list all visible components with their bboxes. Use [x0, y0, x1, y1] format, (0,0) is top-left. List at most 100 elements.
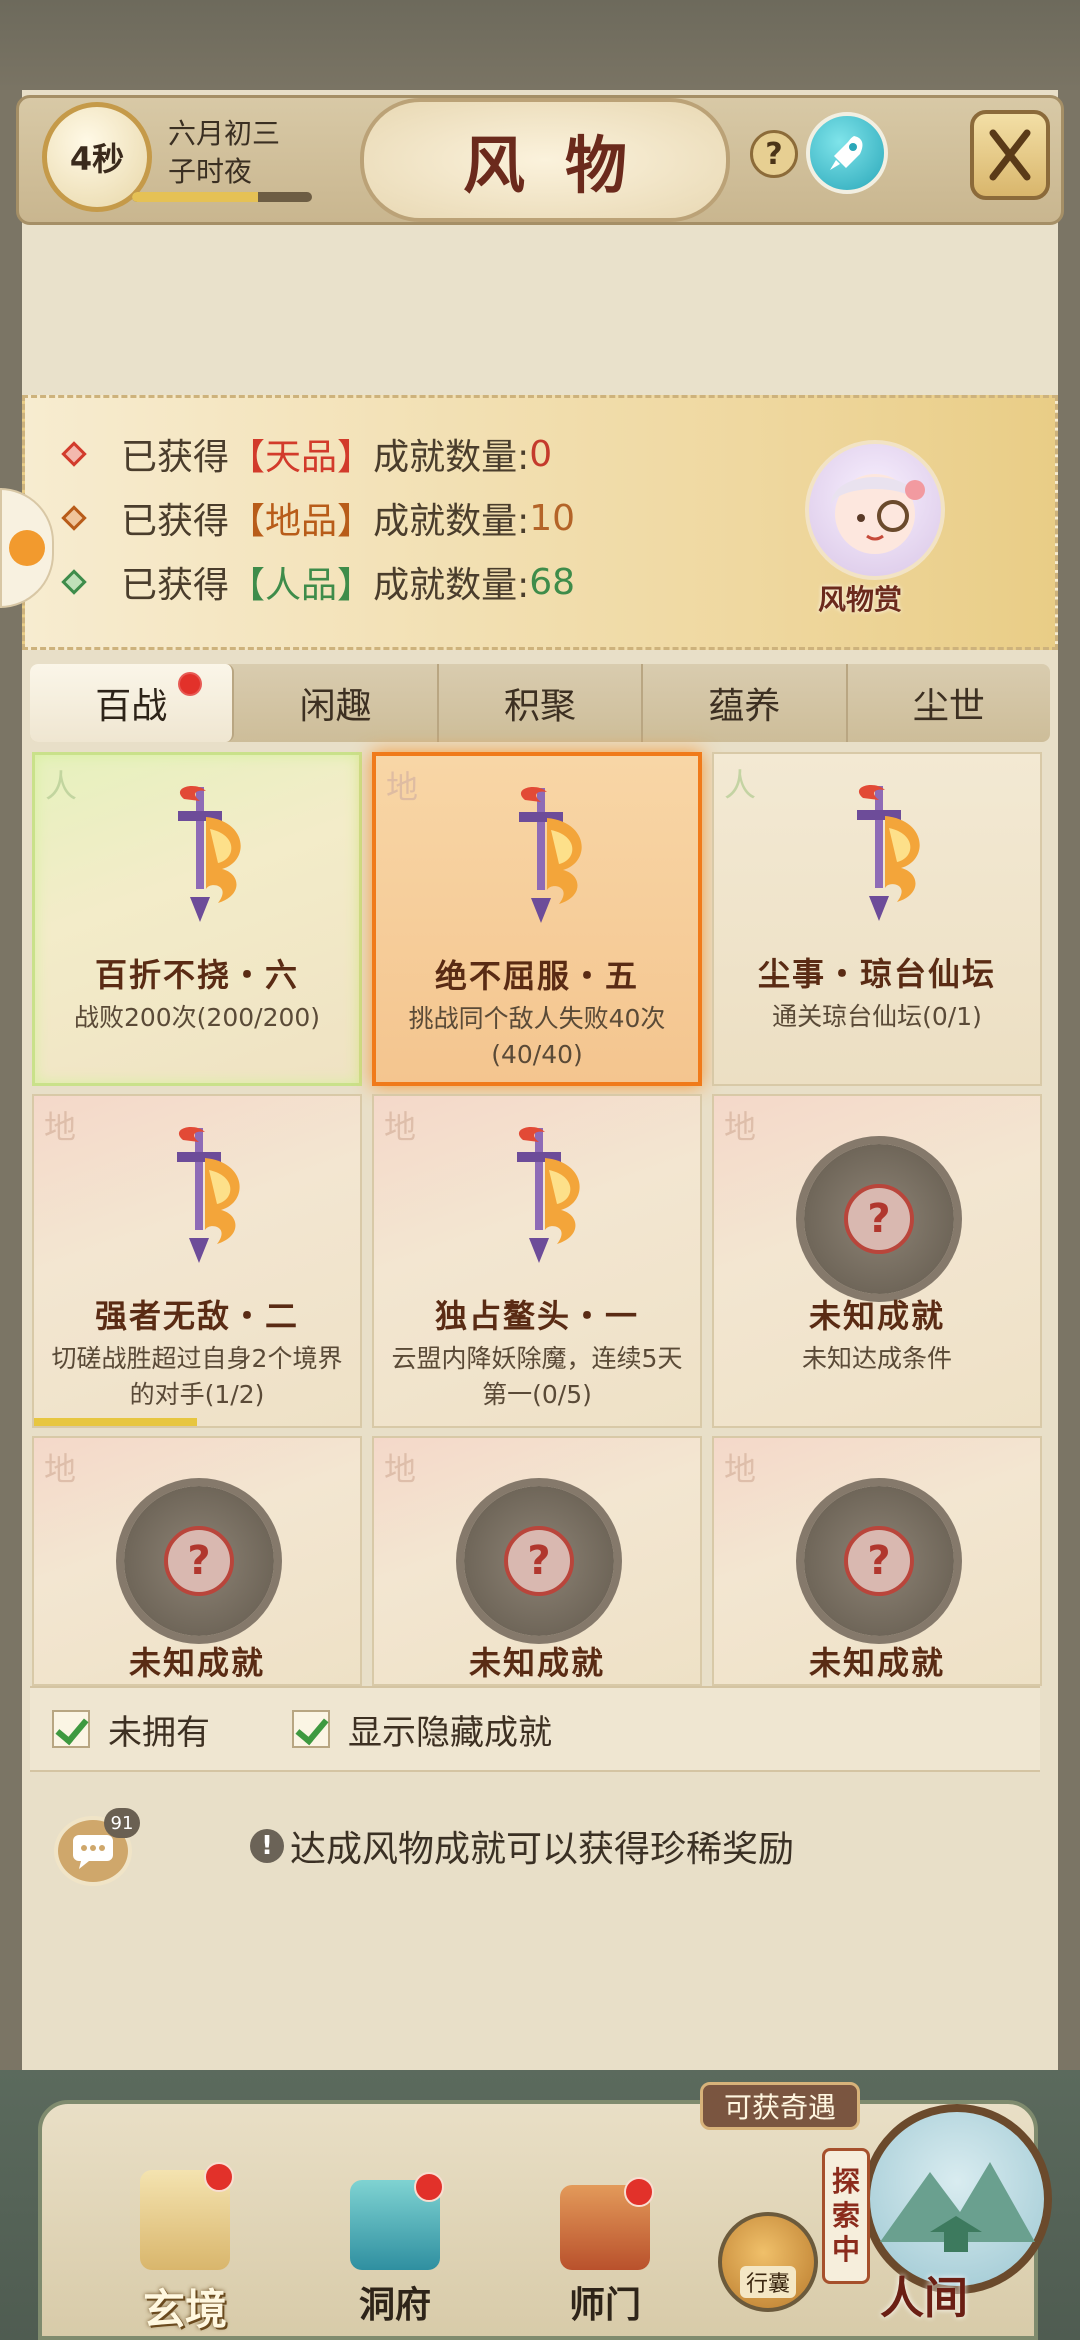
- summary-suffix: 成就数量:: [373, 501, 530, 542]
- bag-icon[interactable]: 行囊: [718, 2212, 818, 2312]
- close-icon[interactable]: [970, 110, 1050, 200]
- tip-text: 达成风物成就可以获得珍稀奖励: [290, 1829, 795, 1870]
- filter-options: 未拥有 显示隐藏成就: [30, 1686, 1040, 1772]
- nav-shimen[interactable]: 师门: [550, 2177, 660, 2328]
- achievement-title: 未知成就: [468, 1644, 605, 1682]
- grade-close: 】: [337, 437, 374, 478]
- diamond-icon: [61, 569, 87, 595]
- nav-badge: [624, 2177, 654, 2207]
- achievement-description: 云盟内降妖除魔，连续5天第一(0/5): [391, 1344, 683, 1409]
- grade-corner-mark: 地: [384, 1450, 417, 1488]
- explore-char: 索: [831, 2199, 860, 2232]
- grade-corner-mark: 地: [384, 1108, 417, 1146]
- timer-text: 4秒: [69, 140, 125, 178]
- diamond-icon: [61, 441, 87, 467]
- unknown-icon: ?: [804, 1144, 954, 1294]
- rocket-icon[interactable]: [806, 112, 888, 194]
- achievement-card[interactable]: 地独占鳌头・一 云盟内降妖除魔，连续5天第一(0/5): [372, 1094, 702, 1428]
- achievement-title: 尘事・琼台仙坛: [757, 955, 996, 993]
- grade-close: 】: [337, 565, 374, 606]
- count-tian: 0: [529, 433, 553, 475]
- banner-icon: [560, 2177, 654, 2270]
- summary-row-di: 已获得 【地品】 成就数量: 10: [61, 492, 576, 544]
- chat-unread-count: 91: [104, 1808, 140, 1838]
- nav-label: 洞府: [358, 2284, 431, 2326]
- count-di: 10: [529, 497, 576, 539]
- achievement-description: 通关琼台仙坛(0/1): [772, 1002, 982, 1031]
- achievement-card[interactable]: 人百折不挠・六 战败200次(200/200): [32, 752, 362, 1086]
- show-hidden-label: 显示隐藏成就: [348, 1712, 552, 1753]
- help-icon[interactable]: ?: [750, 130, 798, 178]
- summary-row-ren: 已获得 【人品】 成就数量: 68: [61, 556, 576, 608]
- nav-badge: [414, 2172, 444, 2202]
- tab-yunyang[interactable]: 蕴养: [643, 664, 848, 742]
- grade-open: 【: [229, 437, 266, 478]
- mascot-avatar[interactable]: [805, 440, 945, 580]
- mascot-figure-icon: [831, 474, 925, 554]
- achievement-title: 未知成就: [128, 1644, 265, 1682]
- tab-label: 百战: [95, 686, 168, 727]
- nav-label: 玄境: [142, 2285, 227, 2334]
- nav-label: 师门: [568, 2284, 641, 2326]
- achievement-title: 百折不挠・六: [94, 956, 299, 994]
- achievement-card[interactable]: 地强者无敌・二 切磋战胜超过自身2个境界的对手(1/2): [32, 1094, 362, 1428]
- unknown-icon: ?: [464, 1486, 614, 1636]
- show-hidden-checkbox[interactable]: 显示隐藏成就: [292, 1705, 552, 1754]
- grade-corner-mark: 人: [45, 767, 78, 805]
- achievement-progress-bar: [34, 1418, 197, 1426]
- achievement-card[interactable]: 地绝不屈服・五 挑战同个敌人失败40次(40/40): [372, 752, 702, 1086]
- title-plaque: 风物: [360, 98, 730, 222]
- achievement-title: 未知成就: [808, 1644, 945, 1682]
- achievement-title: 强者无敌・二: [94, 1297, 299, 1335]
- page-title: 风物: [462, 129, 667, 202]
- grade-open: 【: [229, 501, 266, 542]
- question-mark-icon: ?: [504, 1526, 574, 1596]
- lantern-pavilion-icon: [350, 2172, 444, 2270]
- tab-label: 蕴养: [708, 686, 781, 727]
- summary-prefix: 已获得: [121, 565, 230, 606]
- rocket-glyph: [830, 136, 863, 170]
- achievement-card[interactable]: 人尘事・琼台仙坛 通关琼台仙坛(0/1): [712, 752, 1042, 1086]
- nav-xuanjing[interactable]: 玄境: [130, 2162, 240, 2337]
- achievement-card[interactable]: 地? 未知成就: [712, 1436, 1042, 1686]
- adventure-plaque[interactable]: 可获奇遇: [700, 2082, 860, 2130]
- summary-row-tian: 已获得 【天品】 成就数量: 0: [61, 428, 553, 480]
- scroll-icon: [140, 2162, 234, 2270]
- sword-flame-icon: [481, 778, 601, 928]
- question-mark-icon: ?: [164, 1526, 234, 1596]
- grade-corner-mark: 地: [724, 1450, 757, 1488]
- sword-flame-icon: [139, 1118, 259, 1268]
- unknown-icon: ?: [124, 1486, 274, 1636]
- tab-baizhan[interactable]: 百战: [30, 664, 235, 742]
- achievement-title: 绝不屈服・五: [434, 957, 639, 995]
- count-ren: 68: [529, 561, 576, 603]
- day-progress-bar: [132, 192, 312, 202]
- close-glyph: [989, 129, 1031, 181]
- exploring-tag: 探 索 中: [822, 2148, 870, 2284]
- achievement-card[interactable]: 地? 未知成就 未知达成条件: [712, 1094, 1042, 1428]
- achievement-card[interactable]: 地? 未知成就: [372, 1436, 702, 1686]
- grade-close: 】: [337, 501, 374, 542]
- tab-xianqu[interactable]: 闲趣: [234, 664, 439, 742]
- date-label: 六月初三: [168, 117, 281, 150]
- achievement-title: 未知成就: [808, 1297, 945, 1335]
- tab-jiju[interactable]: 积聚: [439, 664, 644, 742]
- checkbox-icon: [292, 1710, 330, 1748]
- tab-label: 闲趣: [299, 686, 372, 727]
- tab-label: 尘世: [912, 686, 985, 727]
- grade-corner-mark: 地: [44, 1450, 77, 1488]
- not-owned-checkbox[interactable]: 未拥有: [52, 1705, 210, 1754]
- question-mark-icon: ?: [844, 1184, 914, 1254]
- explore-char: 探: [831, 2165, 860, 2198]
- mountain-pavilion-glyph: [880, 2162, 1035, 2252]
- achievement-card[interactable]: 地? 未知成就: [32, 1436, 362, 1686]
- category-tabs: 百战 闲趣 积聚 蕴养 尘世: [30, 664, 1050, 742]
- explore-char: 中: [831, 2233, 860, 2266]
- checkbox-icon: [52, 1710, 90, 1748]
- chat-bubble-glyph: [73, 1835, 113, 1869]
- tab-chenshi[interactable]: 尘世: [848, 664, 1050, 742]
- not-owned-label: 未拥有: [108, 1712, 210, 1753]
- diamond-icon: [61, 505, 87, 531]
- summary-prefix: 已获得: [121, 437, 230, 478]
- nav-dongfu[interactable]: 洞府: [340, 2172, 450, 2328]
